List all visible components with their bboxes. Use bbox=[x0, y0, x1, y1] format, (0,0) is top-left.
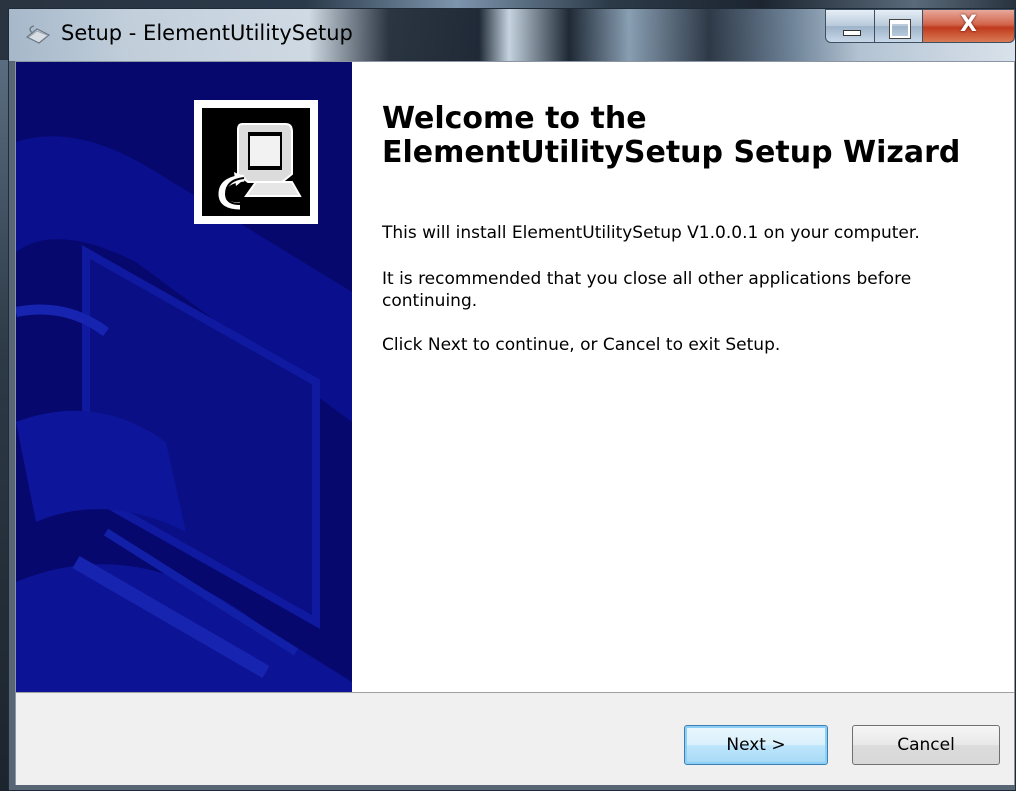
close-icon: X bbox=[960, 12, 977, 37]
wizard-heading-line1: Welcome to the bbox=[382, 101, 647, 136]
wizard-heading: Welcome to the ElementUtilitySetup Setup… bbox=[382, 102, 960, 170]
wizard-client-area: Welcome to the ElementUtilitySetup Setup… bbox=[15, 61, 1015, 785]
setup-window: Setup - ElementUtilitySetup X Welcome to… bbox=[8, 8, 1016, 791]
installer-computer-icon bbox=[202, 108, 310, 216]
continue-instructions: Click Next to continue, or Cancel to exi… bbox=[382, 335, 781, 355]
cancel-button[interactable]: Cancel bbox=[852, 725, 1000, 765]
installer-logo-frame bbox=[194, 100, 318, 224]
install-description: This will install ElementUtilitySetup V1… bbox=[382, 223, 920, 243]
wizard-footer: Next > Cancel bbox=[16, 692, 1014, 785]
caption-buttons: X bbox=[825, 9, 1015, 45]
maximize-icon bbox=[889, 19, 911, 39]
close-apps-recommendation: It is recommended that you close all oth… bbox=[382, 269, 912, 311]
maximize-button[interactable] bbox=[875, 9, 923, 43]
title-bar[interactable]: Setup - ElementUtilitySetup X bbox=[9, 9, 1015, 61]
installer-logo bbox=[202, 108, 310, 216]
desktop-left-edge bbox=[0, 60, 8, 791]
minimize-icon bbox=[843, 30, 861, 36]
minimize-button[interactable] bbox=[825, 9, 875, 43]
next-button[interactable]: Next > bbox=[684, 725, 828, 765]
setup-computer-icon bbox=[25, 25, 51, 44]
wizard-content: Welcome to the ElementUtilitySetup Setup… bbox=[352, 62, 1014, 692]
close-button[interactable]: X bbox=[923, 9, 1015, 43]
wizard-sidebar-image bbox=[16, 62, 352, 692]
wizard-heading-line2: ElementUtilitySetup Setup Wizard bbox=[382, 135, 961, 170]
window-title: Setup - ElementUtilitySetup bbox=[61, 21, 353, 45]
